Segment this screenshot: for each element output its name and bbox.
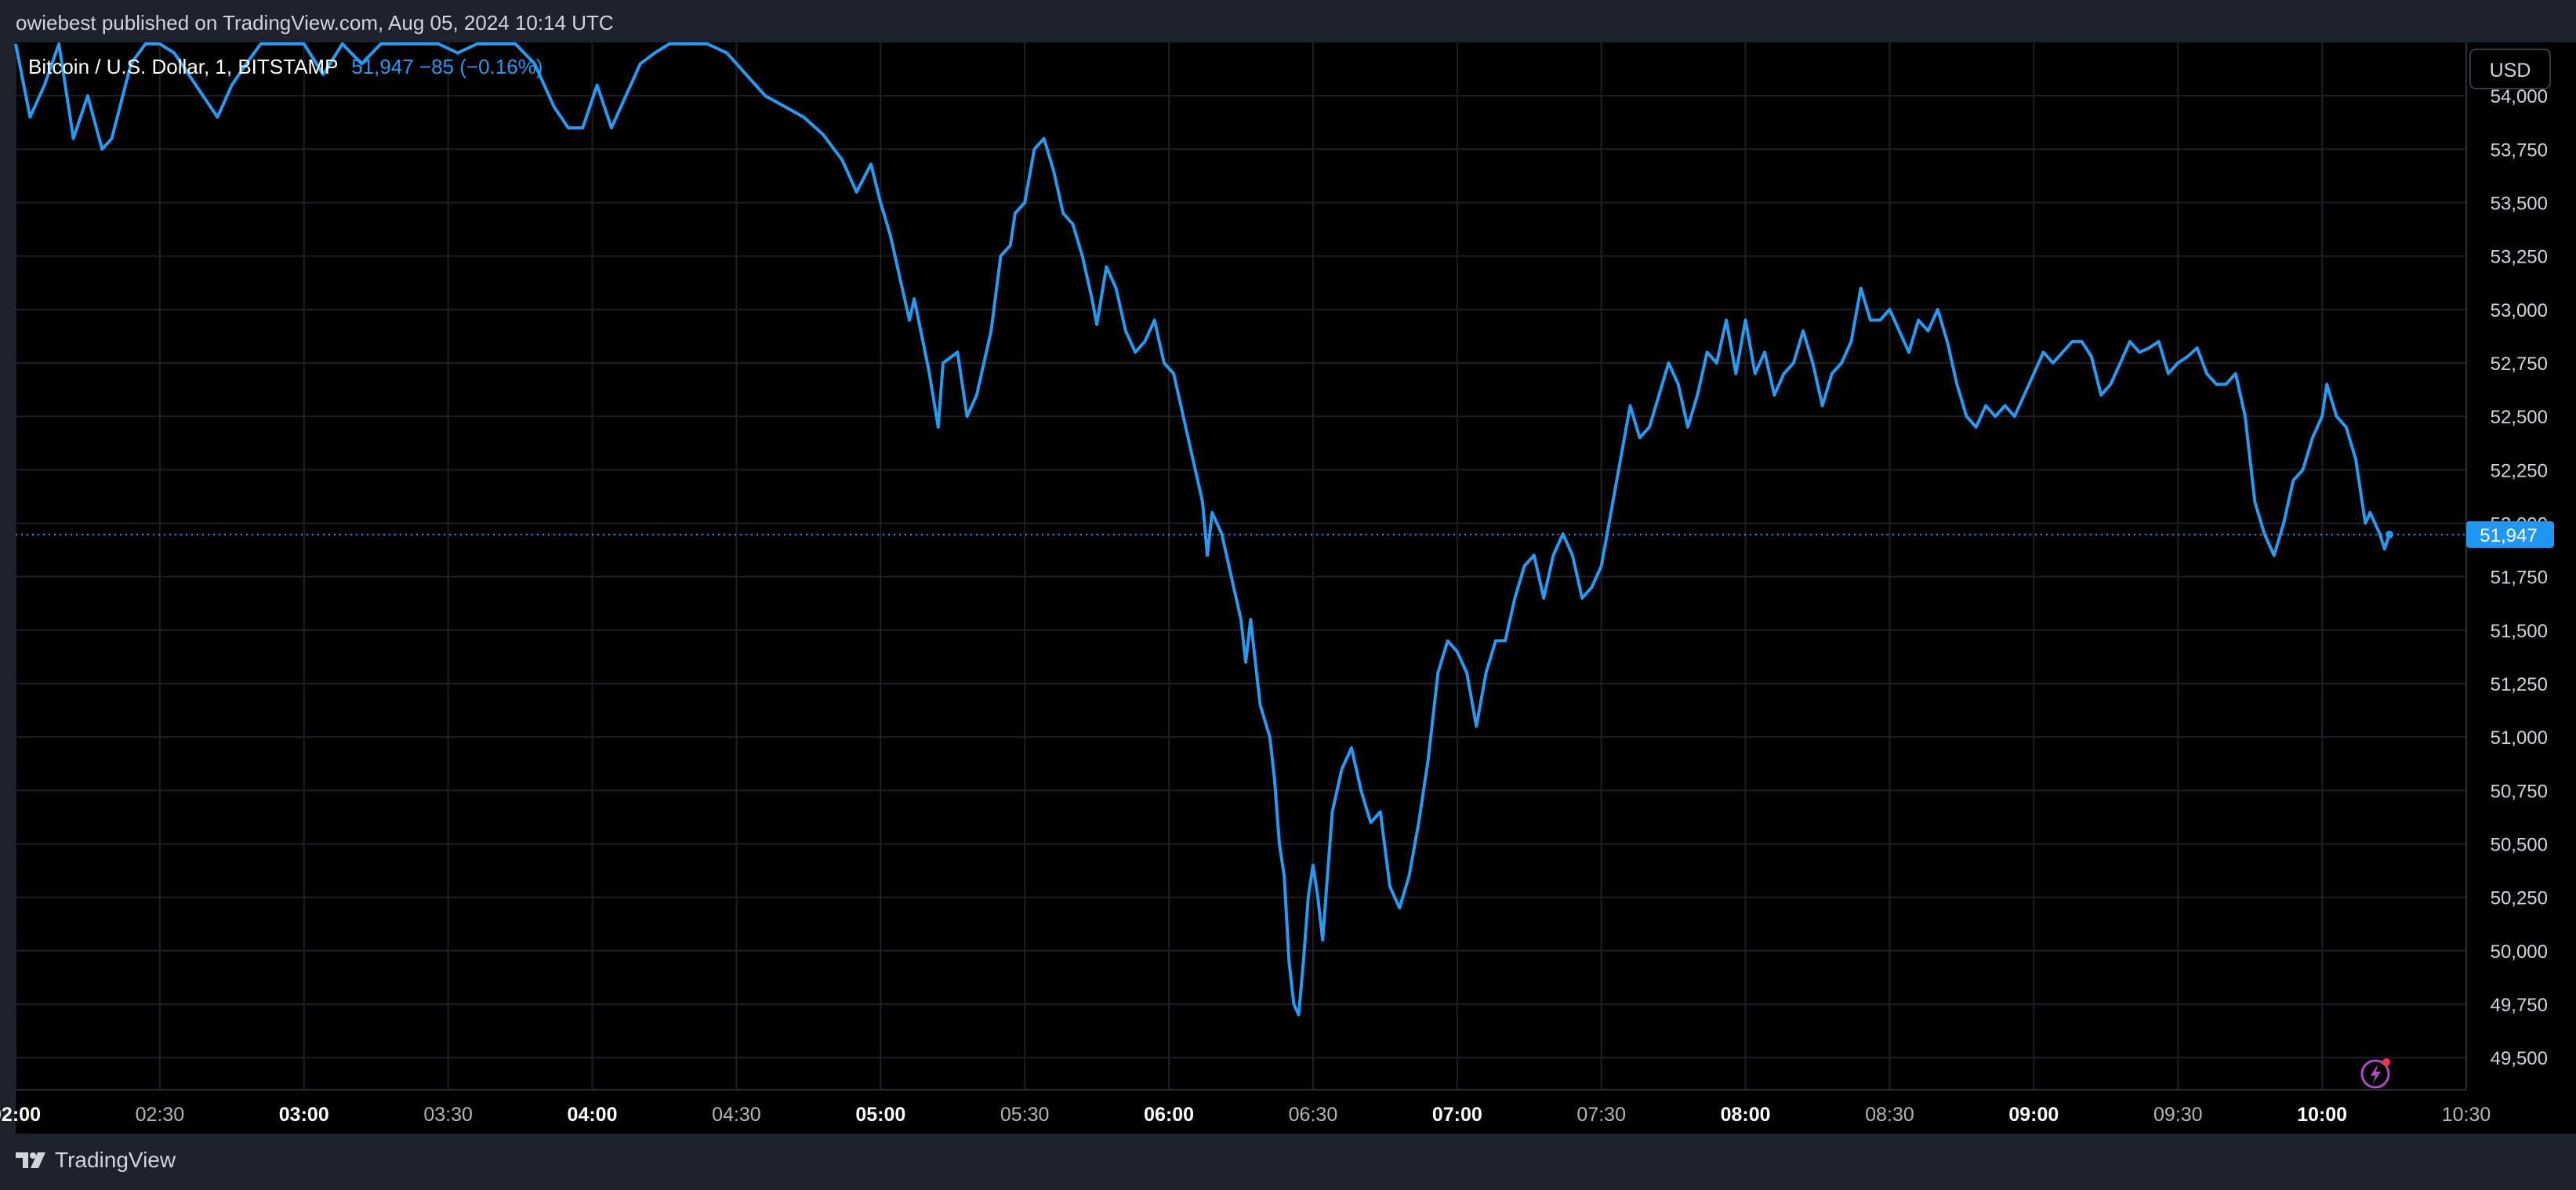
price-tick-label: 51,750	[2491, 568, 2548, 589]
price-tick-label: 51,000	[2491, 727, 2548, 749]
time-tick-label: 08:30	[1865, 1104, 1914, 1126]
price-values: 51,947 −85 (−0.16%)	[351, 55, 543, 78]
time-tick-label: 10:00	[2297, 1104, 2347, 1126]
time-tick-label: 10:30	[2442, 1104, 2491, 1126]
time-tick-label: 04:30	[712, 1104, 761, 1126]
price-tick-label: 52,500	[2491, 407, 2548, 428]
price-tick-label: 53,000	[2491, 300, 2548, 321]
last-price-dot	[2385, 530, 2393, 539]
last-price-label-text: 51,947	[2480, 525, 2537, 546]
time-tick-label: 07:30	[1576, 1104, 1626, 1126]
price-tick-label: 52,750	[2491, 354, 2548, 375]
chart-legend[interactable]: Bitcoin / U.S. Dollar, 1, BITSTAMP 51,94…	[28, 55, 542, 79]
price-tick-label: 49,500	[2491, 1048, 2548, 1069]
grid	[15, 42, 2467, 1090]
time-tick-label: 09:30	[2153, 1104, 2203, 1126]
price-tick-label: 50,500	[2491, 834, 2548, 855]
time-tick-label: 07:00	[1432, 1104, 1482, 1126]
time-tick-label: 05:30	[1000, 1104, 1050, 1126]
price-tick-label: 52,250	[2491, 460, 2548, 481]
time-tick-label: 05:00	[855, 1104, 905, 1126]
time-axis-labels: 02:00 02:30 03:00 03:30 04:00 04:30 05:00 05:30…	[0, 1104, 2491, 1126]
price-tick-label: 51,500	[2491, 621, 2548, 642]
last-price-label: 51,947	[2466, 521, 2554, 548]
footer	[0, 1134, 2576, 1190]
time-tick-label: 02:00	[0, 1104, 41, 1126]
tradingview-logo-icon	[16, 1152, 45, 1168]
time-tick-label: 02:30	[136, 1104, 185, 1126]
time-tick-label: 09:00	[2008, 1104, 2059, 1126]
time-tick-label: 08:00	[1721, 1104, 1771, 1126]
price-tick-label: 50,750	[2491, 781, 2548, 802]
axes	[16, 42, 2467, 1090]
currency-button[interactable]: USD	[2469, 49, 2551, 89]
time-tick-label: 03:30	[423, 1104, 473, 1126]
price-tick-label: 51,250	[2491, 674, 2548, 695]
price-tick-label: 53,500	[2491, 193, 2548, 214]
lightning-bolt-icon[interactable]	[2360, 1055, 2394, 1090]
price-tick-label: 53,250	[2491, 247, 2548, 268]
brand[interactable]: TradingView	[16, 1148, 176, 1173]
time-tick-label: 06:00	[1144, 1104, 1194, 1126]
price-chart[interactable]: 54,00053,75053,50053,25053,00052,75052,5…	[0, 0, 2576, 1190]
price-tick-label: 49,750	[2491, 995, 2548, 1016]
time-tick-label: 04:00	[568, 1104, 618, 1126]
time-tick-label: 03:00	[279, 1104, 329, 1126]
time-tick-label: 06:30	[1289, 1104, 1338, 1126]
brand-name: TradingView	[55, 1148, 176, 1172]
price-tick-label: 50,000	[2491, 941, 2548, 963]
price-tick-label: 53,750	[2491, 140, 2548, 161]
price-tick-label: 50,250	[2491, 888, 2548, 909]
symbol-name[interactable]: Bitcoin / U.S. Dollar, 1, BITSTAMP	[28, 55, 338, 78]
price-axis-labels: 54,00053,75053,50053,25053,00052,75052,5…	[2491, 86, 2548, 1069]
